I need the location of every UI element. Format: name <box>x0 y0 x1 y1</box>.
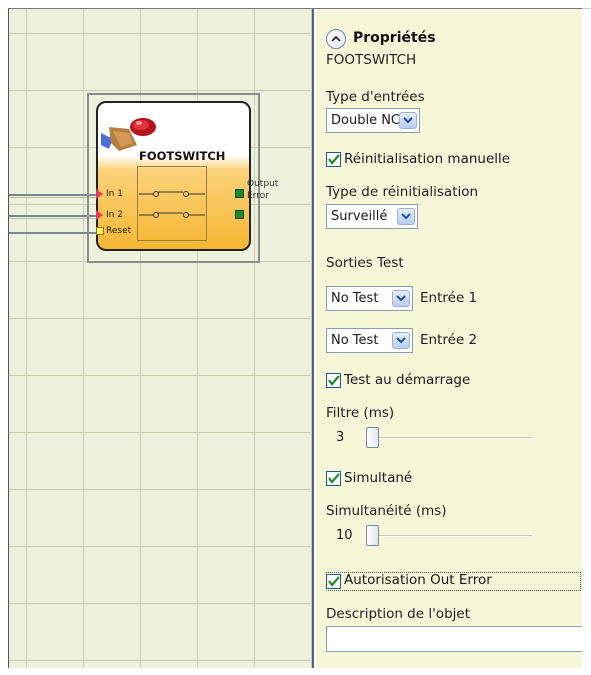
check-icon <box>327 576 340 587</box>
reset-type-label: Type de réinitialisation <box>326 184 479 200</box>
chevron-down-icon[interactable] <box>392 290 410 307</box>
panel-title: Propriétés <box>353 30 436 46</box>
simultaneity-value: 10 <box>336 528 353 543</box>
input-type-label: Type d'entrées <box>326 89 425 105</box>
test-output-2-label: Entrée 2 <box>420 332 478 348</box>
object-name: FOOTSWITCH <box>326 52 417 68</box>
manual-reset-checkbox[interactable] <box>326 152 341 167</box>
reset-port[interactable] <box>96 227 104 235</box>
editor-frame: FOOTSWITCH In 1 In 2 Reset Output Error … <box>8 8 582 668</box>
test-output-1-value: No Test <box>331 291 379 306</box>
description-input[interactable] <box>326 626 582 652</box>
chevron-up-icon <box>331 35 341 42</box>
input-type-select[interactable]: Double NC <box>326 108 420 133</box>
in2-label: In 2 <box>106 210 123 220</box>
description-label: Description de l'objet <box>326 606 470 622</box>
test-output-2-select[interactable]: No Test <box>326 328 413 353</box>
manual-reset-label: Réinitialisation manuelle <box>344 151 511 167</box>
test-output-1-label: Entrée 1 <box>420 290 478 306</box>
in1-port[interactable] <box>96 189 103 199</box>
filter-slider-track[interactable] <box>372 437 532 439</box>
error-label: Error <box>247 191 269 201</box>
filter-value: 3 <box>336 430 345 445</box>
startup-test-label: Test au démarrage <box>344 372 471 388</box>
error-port[interactable] <box>235 210 244 219</box>
out-error-checkbox[interactable] <box>326 574 341 589</box>
reset-label: Reset <box>106 226 132 236</box>
output-port[interactable] <box>235 189 244 198</box>
simultaneous-label: Simultané <box>344 470 413 486</box>
wire-in2 <box>9 215 97 217</box>
footswitch-pedal-icon <box>101 118 156 151</box>
design-canvas[interactable]: FOOTSWITCH In 1 In 2 Reset Output Error <box>9 9 314 668</box>
simultaneity-slider-thumb[interactable] <box>366 525 379 546</box>
check-icon <box>327 375 340 386</box>
contact-switch-icon <box>139 191 205 218</box>
out-error-label: Autorisation Out Error <box>344 572 492 588</box>
chevron-down-icon[interactable] <box>399 112 417 129</box>
properties-panel: Propriétés FOOTSWITCH Type d'entrées Dou… <box>316 9 582 668</box>
output-label: Output <box>247 179 279 189</box>
test-output-1-select[interactable]: No Test <box>326 286 413 311</box>
simultaneous-checkbox[interactable] <box>326 471 341 486</box>
wire-shadow <box>9 218 97 219</box>
wire-in1 <box>9 194 97 196</box>
input-type-value: Double NC <box>331 113 400 128</box>
reset-type-value: Surveillé <box>331 209 388 224</box>
in2-port[interactable] <box>96 210 103 220</box>
check-icon <box>327 473 340 484</box>
test-outputs-label: Sorties Test <box>326 255 404 271</box>
filter-slider-thumb[interactable] <box>366 427 379 448</box>
chevron-down-icon[interactable] <box>392 332 410 349</box>
in1-label: In 1 <box>106 189 123 199</box>
wire-reset <box>9 232 97 234</box>
chevron-down-icon[interactable] <box>397 208 415 225</box>
check-icon <box>327 154 340 165</box>
block-title: FOOTSWITCH <box>139 149 226 163</box>
simultaneity-slider-track[interactable] <box>372 535 532 537</box>
wire-shadow <box>9 197 97 198</box>
simultaneity-label: Simultanéité (ms) <box>326 503 447 519</box>
test-output-2-value: No Test <box>331 333 379 348</box>
reset-type-select[interactable]: Surveillé <box>326 204 418 229</box>
startup-test-checkbox[interactable] <box>326 373 341 388</box>
collapse-button[interactable] <box>326 29 346 49</box>
filter-label: Filtre (ms) <box>326 405 395 421</box>
